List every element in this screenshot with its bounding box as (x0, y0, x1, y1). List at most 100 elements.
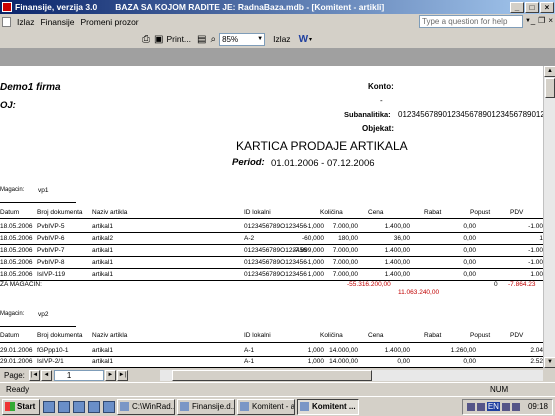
task-winrad[interactable]: C:\WinRad... (117, 398, 175, 415)
report-page: Demo1 firma OJ: Konto: - Subanalitika: 0… (0, 66, 543, 368)
menu-promeni-prozor[interactable]: Promeni prozor (81, 17, 139, 27)
print-preview-icon[interactable]: ▣ (154, 34, 163, 45)
tray-icon[interactable] (501, 402, 510, 411)
col-datum: Datum (0, 332, 20, 339)
cell-pdv: -1.00 (528, 259, 543, 266)
quicklaunch-media-icon[interactable] (103, 400, 115, 413)
cell-kolicina: 1,000 (307, 347, 324, 354)
mdi-close-button[interactable]: × (548, 16, 553, 25)
start-button[interactable]: Start (2, 398, 40, 415)
cell-cena: 7.000,00 (332, 259, 358, 266)
cell-cena: 180,00 (338, 235, 358, 242)
cell-id: A-1 (244, 347, 255, 354)
zoom-icon[interactable]: ⌕ (210, 34, 216, 45)
col-pdv: PDV (510, 332, 524, 339)
cell-naziv: artikal1 (92, 247, 113, 254)
scroll-thumb[interactable] (172, 370, 372, 381)
cell-broj: IsIVP-2/1 (37, 358, 64, 365)
cell-popust: 0,00 (463, 223, 476, 230)
minimize-button[interactable]: _ (510, 1, 524, 13)
cell-cena: 14.000,00 (329, 347, 358, 354)
report-title: KARTICA PRODAJE ARTIKALA (236, 139, 408, 153)
menu-izlaz[interactable]: Izlaz (17, 17, 34, 27)
maximize-button[interactable]: □ (525, 1, 539, 13)
row-divider (0, 244, 543, 245)
last-page-icon[interactable]: ►| (116, 369, 128, 381)
menu-finansije[interactable]: Finansije (40, 17, 74, 27)
col-popust: Popust (470, 332, 491, 339)
prev-page-icon[interactable]: ◄ (40, 369, 52, 381)
cell-popust: 1.260,00 (450, 347, 476, 354)
row-divider (0, 268, 543, 269)
page-number-input[interactable]: 1 (53, 369, 104, 381)
quicklaunch-desktop-icon[interactable] (73, 400, 85, 413)
cell-pdv: -1.00 (528, 223, 543, 230)
page-setup-icon[interactable]: ▤ (197, 34, 206, 45)
printer-icon[interactable]: ⎙ (142, 34, 150, 45)
cell-broj: IsIVP-119 (37, 271, 66, 278)
row-divider (0, 256, 543, 257)
cell-naziv: artikal1 (92, 259, 113, 266)
system-tray: EN 09:18 (461, 398, 553, 415)
cell-rabat: 1.400,00 (384, 347, 410, 354)
cell-pdv: 2.52 (530, 358, 543, 365)
close-preview-button[interactable]: Izlaz (273, 34, 290, 44)
total-popust: 0 (494, 281, 498, 288)
document-icon[interactable] (2, 17, 11, 27)
subanalitika-label: Subanalitika: (344, 110, 391, 119)
cell-broj: PvbIVP-8 (37, 259, 65, 266)
cell-id: 0123456789O123456 (244, 259, 307, 266)
app-icon (2, 2, 12, 12)
scroll-down-icon[interactable]: ▼ (544, 357, 555, 368)
cell-cena: 7.000,00 (332, 271, 358, 278)
horizontal-scrollbar[interactable] (160, 370, 543, 381)
divider (0, 218, 543, 219)
col-popust: Popust (470, 209, 491, 216)
konto-label: Konto: (368, 82, 394, 91)
task-komitent-active[interactable]: Komitent ... (297, 398, 359, 415)
tray-icon[interactable] (466, 402, 475, 411)
vertical-scrollbar[interactable]: ▲ ▼ (543, 66, 555, 368)
num-lock-indicator: NUM (490, 385, 509, 394)
language-indicator[interactable]: EN (486, 402, 500, 411)
task-komitent-a[interactable]: Komitent - a... (237, 398, 295, 415)
mdi-restore-button[interactable]: ❐ (538, 16, 545, 25)
cell-rabat: 1.400,00 (384, 259, 410, 266)
help-question-input[interactable]: Type a question for help (419, 15, 523, 28)
tray-icon[interactable] (511, 402, 520, 411)
cell-datum: 29.01.2006 (0, 358, 33, 365)
taskbar: Start C:\WinRad... Finansije.d... Komite… (0, 396, 555, 416)
col-cena: Cena (368, 209, 384, 216)
cell-datum: 18.05.2006 (0, 271, 33, 278)
word-icon[interactable]: W (299, 34, 308, 45)
cell-rabat: 0,00 (397, 358, 410, 365)
scroll-up-icon[interactable]: ▲ (544, 66, 555, 77)
quicklaunch-explorer-icon[interactable] (43, 400, 55, 413)
first-page-icon[interactable]: |◄ (28, 369, 40, 381)
next-page-icon[interactable]: ► (104, 369, 116, 381)
cell-broj: PvbIVP-6 (37, 235, 65, 242)
magacin-label: Magacin: (0, 311, 25, 317)
cell-datum: 18.05.2006 (0, 247, 33, 254)
scroll-thumb[interactable] (545, 78, 555, 98)
task-finansije[interactable]: Finansije.d... (177, 398, 235, 415)
cell-kolicina: -1,000 (305, 259, 324, 266)
tray-icon[interactable] (476, 402, 485, 411)
company-name: Demo1 firma (0, 82, 61, 93)
start-label: Start (17, 402, 36, 411)
col-datum: Datum (0, 209, 20, 216)
quicklaunch-outlook-icon[interactable] (58, 400, 70, 413)
cell-naziv: artikal1 (92, 223, 113, 230)
total-label: ZA MAGACIN: (0, 281, 42, 288)
quicklaunch-app-icon[interactable] (88, 400, 100, 413)
mdi-minimize-button[interactable]: _ (531, 16, 535, 25)
zoom-select[interactable]: 85% ▼ (219, 32, 266, 46)
status-text: Ready (6, 385, 30, 394)
col-id-lokalni: ID lokalni (244, 332, 271, 339)
chevron-down-icon[interactable]: ▾ (309, 36, 312, 43)
print-button[interactable]: Print... (166, 34, 191, 44)
cell-datum: 18.05.2006 (0, 223, 33, 230)
cell-pdv: 2.04 (530, 347, 543, 354)
magacin-value: vp1 (38, 187, 49, 194)
close-button[interactable]: × (540, 1, 554, 13)
